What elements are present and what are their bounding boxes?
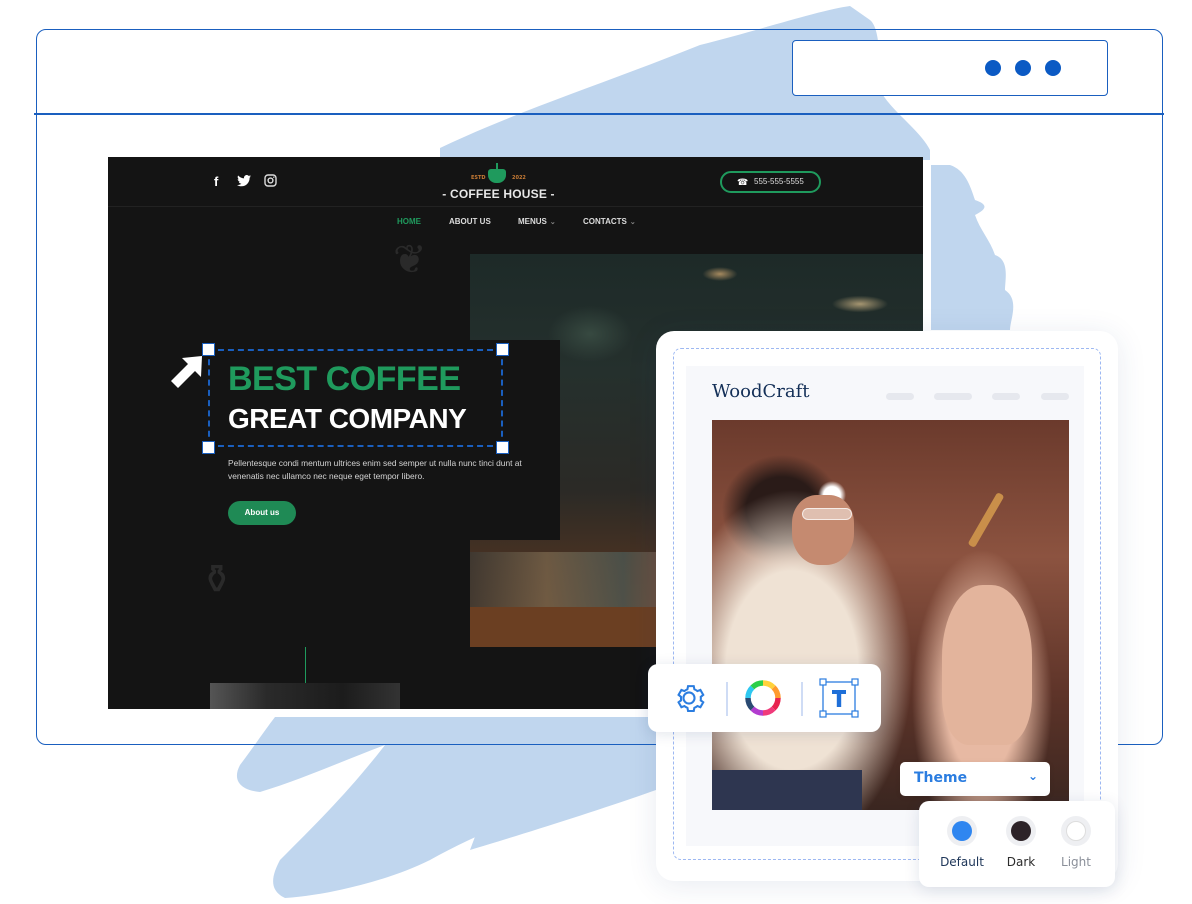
moka-pot-decoration-icon: ⚱: [200, 557, 234, 603]
theme-dropdown-label: Theme: [914, 770, 968, 786]
browser-toolbar-divider: [34, 113, 1164, 115]
hero-title-line-2[interactable]: GREAT COMPANY: [228, 403, 467, 435]
phone-button[interactable]: ☎ 555-555-5555: [720, 171, 821, 193]
theme-option-dark[interactable]: [1006, 816, 1036, 846]
instagram-icon[interactable]: [264, 174, 277, 187]
nav-contacts-label: CONTACTS: [583, 217, 627, 226]
dark-swatch-color: [1011, 821, 1031, 841]
facebook-icon[interactable]: f: [214, 174, 218, 189]
phone-number: 555-555-5555: [754, 177, 804, 186]
theme-option-light[interactable]: [1061, 816, 1091, 846]
woodcraft-site-card: WoodCraft: [656, 331, 1118, 881]
nav-home[interactable]: HOME: [397, 217, 421, 226]
logo-year: 2022: [512, 175, 526, 181]
resize-handle-top-right[interactable]: [496, 343, 509, 356]
nav-placeholder-4: [1041, 393, 1069, 400]
nav-contacts[interactable]: CONTACTS ⌄: [583, 217, 636, 226]
color-wheel-icon: [745, 680, 781, 716]
nav-about-us[interactable]: ABOUT US: [449, 217, 491, 226]
about-us-button[interactable]: About us: [228, 501, 296, 525]
nav-placeholder-1: [886, 393, 914, 400]
wooden-head-sculpture: [942, 585, 1032, 745]
coffee-pot-icon: [488, 169, 506, 183]
color-palette-button[interactable]: [743, 678, 783, 718]
chevron-down-icon: ⌄: [1027, 769, 1038, 783]
chevron-down-icon: ⌄: [549, 219, 556, 226]
site-header: f ESTD 2022 - COFFEE HOUSE - ☎ 555-555-5…: [108, 157, 923, 207]
default-swatch-color: [952, 821, 972, 841]
window-dot-3: [1045, 60, 1061, 76]
theme-option-default[interactable]: [947, 816, 977, 846]
woodcraft-brand[interactable]: WoodCraft: [712, 381, 809, 402]
chevron-down-icon: ⌄: [629, 219, 636, 226]
nav-menus-label: MENUS: [518, 217, 547, 226]
window-dot-2: [1015, 60, 1031, 76]
safety-glasses: [802, 508, 852, 520]
theme-option-light-label: Light: [1061, 855, 1091, 869]
theme-dropdown[interactable]: Theme ⌄: [900, 762, 1050, 796]
toolbar-separator: [801, 682, 803, 716]
gear-icon: [677, 685, 705, 713]
coffee-house-logo[interactable]: ESTD 2022 - COFFEE HOUSE -: [441, 163, 556, 205]
logo-name: - COFFEE HOUSE -: [442, 187, 555, 201]
toolbar-separator: [726, 682, 728, 716]
nav-menus[interactable]: MENUS ⌄: [518, 217, 556, 226]
barista-photo-partial: [210, 683, 400, 709]
editor-toolbar: [648, 664, 881, 732]
hero-title-line-1[interactable]: BEST COFFEE: [228, 360, 461, 399]
chisel: [967, 492, 1005, 548]
phone-icon: ☎: [737, 177, 749, 187]
carver-jeans: [712, 770, 862, 810]
resize-handle-bottom-right[interactable]: [496, 441, 509, 454]
woodcarver-photo: [712, 420, 1069, 810]
cursor-arrow-icon: [171, 356, 202, 388]
resize-handle-bottom-left[interactable]: [202, 441, 215, 454]
settings-button[interactable]: [669, 678, 709, 718]
twitter-icon[interactable]: [237, 175, 251, 187]
coffee-leaf-decoration-icon: ❦: [393, 237, 427, 283]
text-box-icon: [819, 678, 859, 718]
theme-option-dark-label: Dark: [1006, 855, 1036, 869]
window-dot-1: [985, 60, 1001, 76]
carver-face: [792, 495, 854, 565]
browser-address-bar[interactable]: [792, 40, 1108, 96]
text-box-button[interactable]: [819, 678, 859, 718]
theme-option-default-label: Default: [940, 855, 984, 869]
nav-placeholder-3: [992, 393, 1020, 400]
section-divider-line: [305, 647, 306, 683]
light-swatch-color: [1066, 821, 1086, 841]
theme-options-panel: Default Dark Light: [919, 801, 1115, 887]
nav-placeholder-2: [934, 393, 972, 400]
hero-body-text: Pellentesque condi mentum ultrices enim …: [228, 458, 522, 481]
logo-estd: ESTD: [471, 175, 486, 181]
